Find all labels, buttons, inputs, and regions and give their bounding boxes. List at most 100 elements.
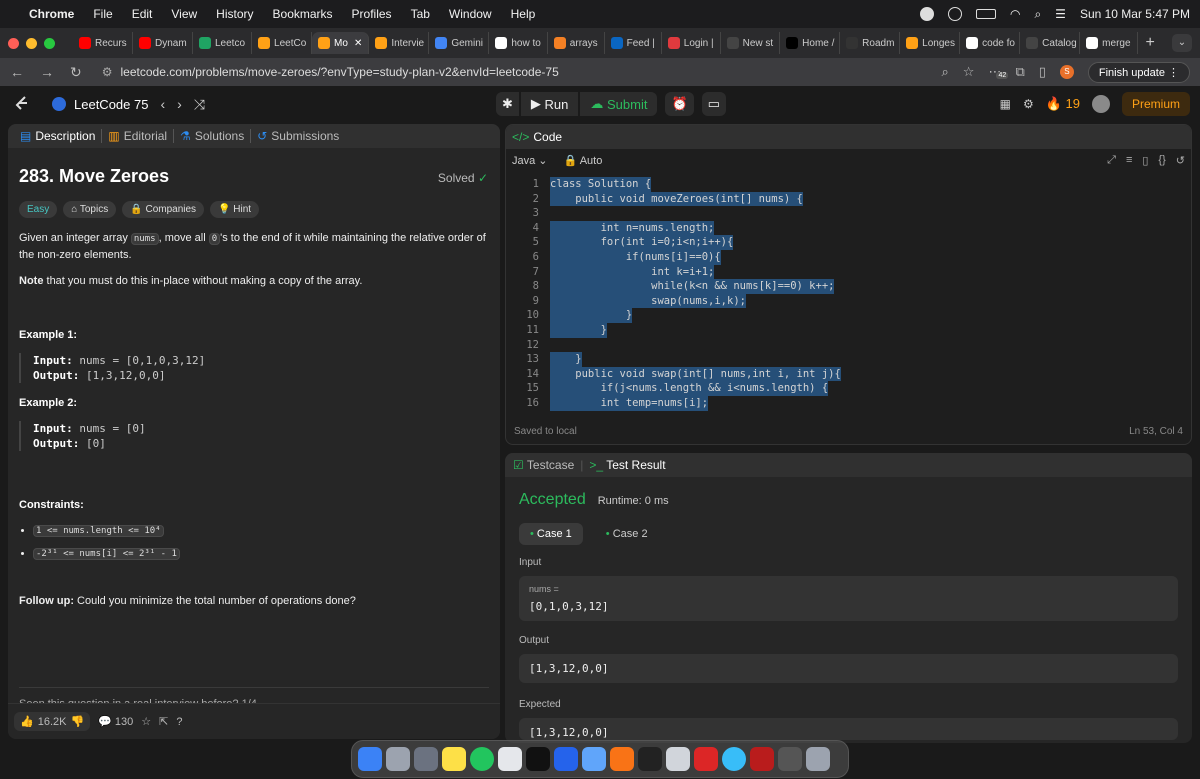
notes-app-icon[interactable] (442, 747, 466, 771)
chrome-app-icon[interactable] (470, 747, 494, 771)
shuffle-icon[interactable]: ⤨ (194, 96, 205, 113)
menu-window[interactable]: Window (449, 7, 492, 21)
help-icon[interactable]: ? (176, 716, 182, 728)
bookmark-icon[interactable]: ▯ (1142, 154, 1148, 167)
companies-button[interactable]: 🔒 Companies (122, 201, 205, 218)
browser-tab[interactable]: Roadm (840, 32, 901, 54)
code-line[interactable]: 9 swap(nums,i,k); (506, 293, 1191, 309)
layout-icon[interactable]: ▦ (1000, 97, 1011, 111)
auto-mode-toggle[interactable]: 🔒 Auto (564, 154, 603, 167)
system-settings-icon[interactable] (414, 747, 438, 771)
study-plan-link[interactable]: LeetCode 75 (52, 97, 148, 112)
prev-problem-icon[interactable]: ‹ (160, 96, 165, 112)
code-line[interactable]: 1 class Solution { (506, 177, 1191, 192)
share-icon[interactable]: ⇱ (159, 715, 168, 728)
settings-gear-icon[interactable]: ⚙ (1023, 97, 1034, 111)
case-2-tab[interactable]: • Case 2 (595, 523, 659, 545)
extensions-puzzle-icon[interactable]: ⧉ (1015, 64, 1024, 80)
user-avatar[interactable] (1091, 95, 1110, 113)
browser-tab[interactable]: code fo (960, 32, 1021, 54)
browser-tab[interactable]: Leetco (193, 32, 253, 54)
code-line[interactable]: 15 if(j<nums.length && i<nums.length) { (506, 381, 1191, 396)
status-app-icon[interactable] (919, 7, 934, 21)
terminal-app-icon[interactable] (638, 747, 662, 771)
browser-tab[interactable]: Feed | (605, 32, 662, 54)
browser-tab[interactable]: Mo ✕ (312, 32, 370, 54)
browser-tab[interactable]: how to (489, 32, 548, 54)
menubar-clock[interactable]: Sun 10 Mar 5:47 PM (1080, 7, 1190, 21)
problem-title[interactable]: 283. Move Zeroes (19, 166, 489, 187)
extension-icon[interactable]: ⋯ 42 (988, 64, 1009, 80)
code-line[interactable]: 13 } (506, 352, 1191, 367)
code-line[interactable]: 11 } (506, 323, 1191, 338)
braces-icon[interactable]: {} (1158, 154, 1165, 167)
url-bar[interactable]: ⚙ leetcode.com/problems/move-zeroes/?env… (102, 61, 942, 83)
app-menu-chrome[interactable]: Chrome (29, 7, 74, 21)
forward-icon[interactable]: → (40, 64, 54, 80)
topics-button[interactable]: ⌂ Topics (63, 201, 117, 218)
menu-file[interactable]: File (93, 7, 112, 21)
menu-bookmarks[interactable]: Bookmarks (273, 7, 333, 21)
code-area[interactable]: 1 class Solution {2 public void moveZeroe… (506, 171, 1191, 421)
comments-button[interactable]: 💬 130 (98, 715, 133, 728)
spotlight-search-icon[interactable]: ⌕ (1034, 7, 1041, 22)
side-panel-icon[interactable]: ▯ (1039, 64, 1046, 80)
browser-tab[interactable]: arrays (548, 32, 605, 54)
tab-search-button[interactable]: ⌄ (1172, 34, 1192, 52)
tab-submissions[interactable]: ↺ Submissions (251, 129, 345, 143)
browser-tab[interactable]: Catalog (1020, 32, 1081, 54)
premium-button[interactable]: Premium (1121, 92, 1190, 116)
vscode-icon[interactable] (554, 747, 578, 771)
browser-tab[interactable]: Recurs (73, 32, 133, 54)
browser-tab[interactable]: Gemini (429, 32, 490, 54)
format-icon[interactable]: ≡ (1126, 154, 1132, 167)
code-line[interactable]: 5 for(int i=0;i<n;i++){ (506, 235, 1191, 250)
case-1-tab[interactable]: • Case 1 (519, 523, 583, 545)
menu-tab[interactable]: Tab (411, 7, 430, 21)
tab-test-result[interactable]: >_ Test Result (589, 458, 665, 472)
postgres-icon[interactable] (582, 747, 606, 771)
code-line[interactable]: 7 int k=i+1; (506, 264, 1191, 280)
profile-avatar[interactable]: S (1059, 65, 1074, 79)
browser-tab[interactable]: Intervie (369, 32, 430, 54)
language-select[interactable]: Java ⌄ (512, 154, 548, 167)
launchpad-icon[interactable] (386, 747, 410, 771)
tab-testcase[interactable]: ☑ Testcase (513, 458, 574, 472)
menu-history[interactable]: History (216, 7, 253, 21)
intellij-icon[interactable] (526, 747, 550, 771)
dictionary-icon[interactable] (750, 747, 774, 771)
menu-help[interactable]: Help (511, 7, 536, 21)
code-line[interactable]: 6 if(nums[i]==0){ (506, 250, 1191, 265)
code-line[interactable]: 2 public void moveZeroes(int[] nums) { (506, 191, 1191, 207)
play-icon[interactable] (947, 7, 962, 21)
battery-icon[interactable] (975, 9, 996, 19)
submit-button[interactable]: ☁ Submit (580, 92, 658, 116)
downloads-stack-icon[interactable] (778, 747, 802, 771)
next-problem-icon[interactable]: › (177, 96, 182, 112)
code-line[interactable]: 8 while(k<n && nums[k]==0) k++; (506, 279, 1191, 294)
expand-icon[interactable]: ⤢ (1107, 154, 1116, 167)
photos-icon[interactable] (666, 747, 690, 771)
telegram-icon[interactable] (722, 747, 746, 771)
minimize-window-button[interactable] (26, 37, 37, 49)
timer-icon[interactable]: ⏰ (665, 92, 694, 116)
url-text[interactable]: leetcode.com/problems/move-zeroes/?envTy… (121, 65, 559, 79)
back-icon[interactable]: ← (10, 64, 24, 80)
slack-icon[interactable] (498, 747, 522, 771)
tab-solutions[interactable]: ⚗ Solutions (174, 129, 252, 143)
reload-icon[interactable]: ↻ (70, 64, 82, 81)
site-info-icon[interactable]: ⚙ (102, 65, 113, 79)
new-tab-button[interactable]: + (1146, 34, 1155, 52)
browser-tab[interactable]: Home / (780, 32, 841, 54)
zoom-icon[interactable]: ⌕ (942, 64, 949, 80)
browser-tab[interactable]: LeetCo (252, 32, 313, 54)
reset-icon[interactable]: ↺ (1176, 154, 1185, 167)
browser-tab[interactable]: Longes (900, 32, 961, 54)
debug-icon[interactable]: ✱ (496, 92, 519, 116)
menu-edit[interactable]: Edit (132, 7, 153, 21)
code-line[interactable]: 10 } (506, 308, 1191, 323)
browser-tab[interactable]: Dynam (133, 32, 193, 54)
run-button[interactable]: ▶ Run (520, 92, 579, 116)
tab-editorial[interactable]: ▥ Editorial (102, 129, 175, 143)
menu-view[interactable]: View (171, 7, 197, 21)
